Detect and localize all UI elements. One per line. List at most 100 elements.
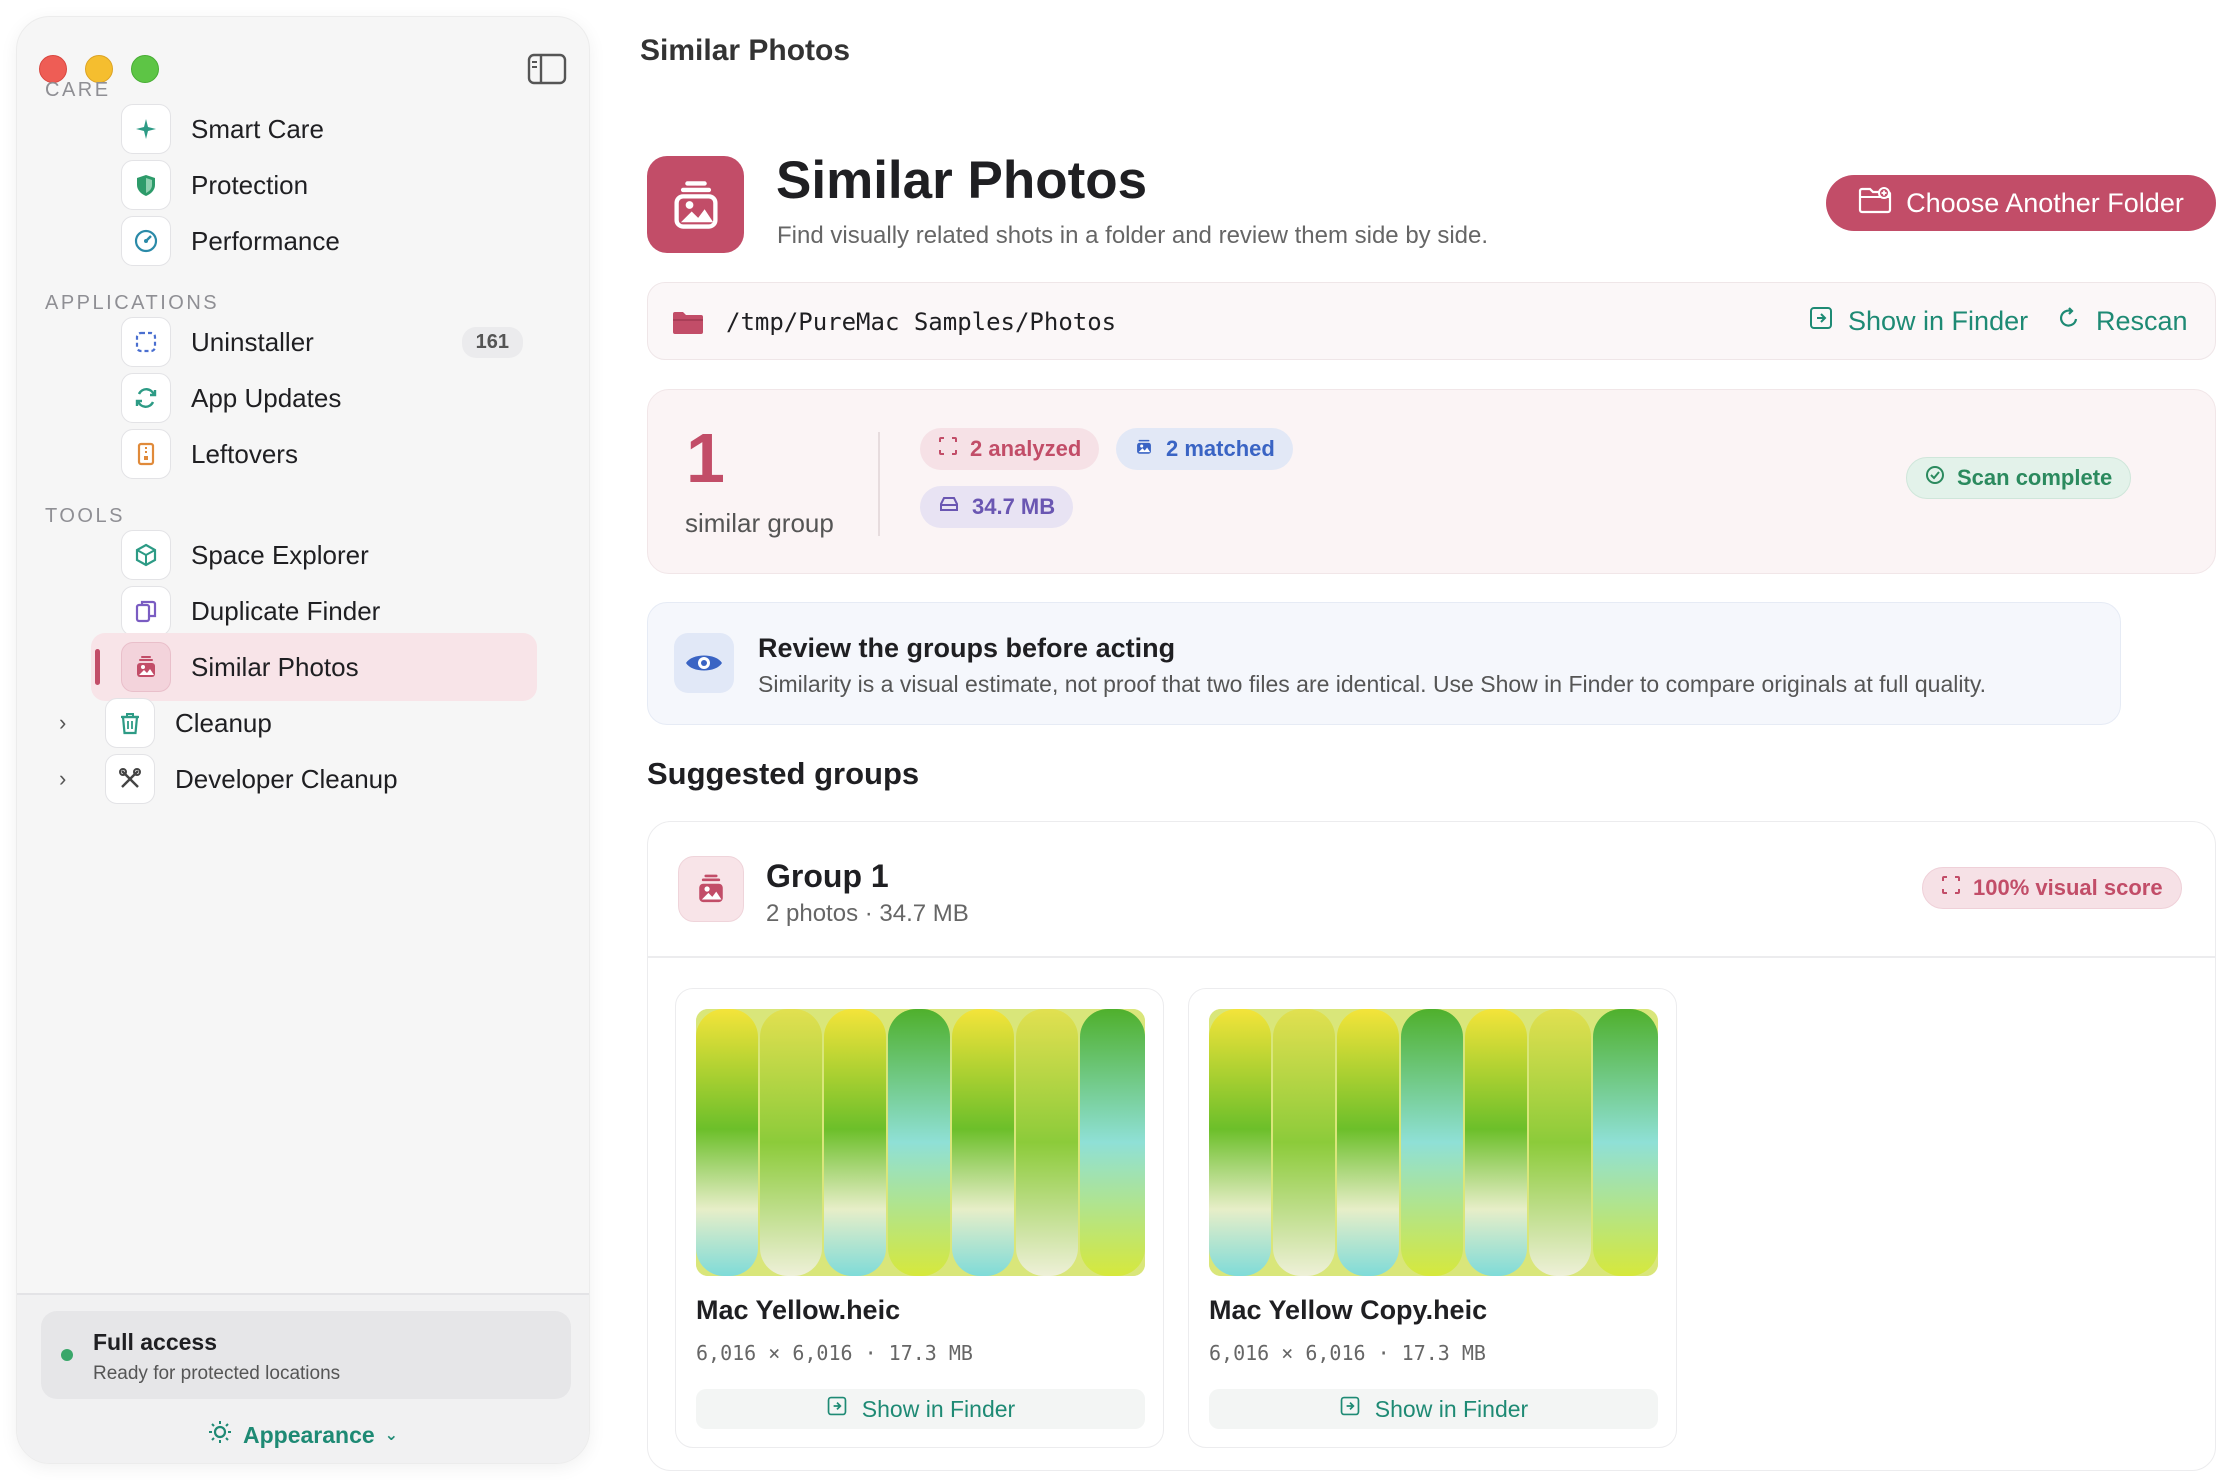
rescan-button[interactable]: Rescan <box>2056 305 2188 338</box>
chevron-right-icon[interactable]: › <box>59 766 66 792</box>
folder-path: /tmp/PureMac Samples/Photos <box>726 308 1117 336</box>
folder-add-icon <box>1858 186 1892 221</box>
sidebar-item-label: Similar Photos <box>191 651 359 682</box>
count-badge: 161 <box>461 326 523 358</box>
page-title: Similar Photos <box>776 151 1148 210</box>
chevron-down-icon: ⌄ <box>384 1427 399 1444</box>
appearance-label: Appearance <box>243 1421 375 1448</box>
group-count-label: similar group <box>685 508 834 538</box>
sidebar-item-developer-cleanup[interactable]: › Developer Cleanup <box>47 745 547 813</box>
sidebar-footer: Full access Ready for protected location… <box>17 1293 589 1463</box>
analyzed-chip: 2 analyzed <box>920 428 1100 470</box>
photo-show-in-finder-label: Show in Finder <box>1374 1395 1529 1422</box>
chevron-right-icon[interactable]: › <box>59 710 66 736</box>
photo-stack-icon <box>121 642 171 692</box>
reveal-icon <box>1808 305 1834 338</box>
size-chip: 34.7 MB <box>920 486 1074 528</box>
choose-folder-label: Choose Another Folder <box>1906 187 2184 218</box>
path-bar: /tmp/PureMac Samples/Photos Show in Find… <box>647 282 2216 360</box>
photo-meta: 6,016 × 6,016 · 17.3 MB <box>696 1341 973 1365</box>
total-size: 34.7 MB <box>972 494 1056 519</box>
status-dot <box>61 1349 73 1361</box>
access-status-card[interactable]: Full access Ready for protected location… <box>41 1311 571 1399</box>
archive-icon <box>121 429 171 479</box>
rescan-label: Rescan <box>2096 306 2188 336</box>
sun-icon <box>207 1419 233 1451</box>
group-card: Group 1 2 photos · 34.7 MB 100% visual s… <box>647 821 2216 1471</box>
sidebar-item-label: Uninstaller <box>191 326 314 357</box>
photo-meta: 6,016 × 6,016 · 17.3 MB <box>1209 1341 1486 1365</box>
refresh-icon <box>121 373 171 423</box>
access-title: Full access <box>93 1329 218 1355</box>
group-header: Group 1 2 photos · 34.7 MB 100% visual s… <box>648 822 2215 958</box>
page-subtitle: Find visually related shots in a folder … <box>777 222 1489 249</box>
sidebar-item-label: Developer Cleanup <box>175 763 398 794</box>
scan-icon <box>938 436 958 462</box>
sidebar-item-label: Protection <box>191 169 309 200</box>
group-subtitle: 2 photos · 34.7 MB <box>766 900 969 927</box>
sidebar-item-label: Leftovers <box>191 438 298 469</box>
show-in-finder-button[interactable]: Show in Finder <box>1808 305 2028 338</box>
scan-icon <box>1941 875 1961 901</box>
group-title: Group 1 <box>766 858 889 894</box>
sidebar-item-leftovers[interactable]: Leftovers <box>91 420 537 488</box>
photo-stack-icon <box>1134 436 1154 462</box>
photo-name: Mac Yellow Copy.heic <box>1209 1295 1488 1325</box>
divider <box>878 432 880 536</box>
check-circle-icon <box>1925 465 1945 491</box>
photo-card[interactable]: Mac Yellow.heic 6,016 × 6,016 · 17.3 MB … <box>675 988 1164 1448</box>
sparkle-icon <box>121 104 171 154</box>
choose-folder-button[interactable]: Choose Another Folder <box>1826 175 2216 231</box>
notice-title: Review the groups before acting <box>758 633 1176 663</box>
uninstall-icon <box>121 317 171 367</box>
folder-icon <box>672 310 704 341</box>
sidebar-item-label: Smart Care <box>191 113 324 144</box>
visual-score-badge: 100% visual score <box>1922 867 2182 909</box>
scan-status-label: Scan complete <box>1957 465 2113 490</box>
photo-thumbnail[interactable] <box>1209 1009 1658 1276</box>
sidebar-item-label: Duplicate Finder <box>191 595 381 626</box>
notice-text: Similarity is a visual estimate, not pro… <box>758 671 1987 697</box>
photo-name: Mac Yellow.heic <box>696 1295 901 1325</box>
suggested-groups-heading: Suggested groups <box>647 756 920 791</box>
sidebar-item-label: App Updates <box>191 382 342 413</box>
group-count: 1 <box>686 419 725 497</box>
zoom-window-button[interactable] <box>131 55 159 83</box>
eye-icon <box>674 633 734 693</box>
matched-count: 2 matched <box>1166 436 1275 461</box>
similar-photos-icon <box>647 156 744 253</box>
photo-card[interactable]: Mac Yellow Copy.heic 6,016 × 6,016 · 17.… <box>1188 988 1677 1448</box>
active-indicator <box>95 649 100 685</box>
tools-icon <box>105 754 155 804</box>
matched-chip: 2 matched <box>1116 428 1293 470</box>
shield-icon <box>121 160 171 210</box>
photo-thumbnail[interactable] <box>696 1009 1145 1276</box>
access-subtitle: Ready for protected locations <box>93 1363 341 1384</box>
review-notice: Review the groups before acting Similari… <box>647 602 2121 725</box>
gauge-icon <box>121 216 171 266</box>
sidebar-item-label: Cleanup <box>175 707 272 738</box>
duplicate-icon <box>121 586 171 636</box>
rescan-icon <box>2056 305 2082 338</box>
appearance-menu[interactable]: Appearance ⌄ <box>207 1419 398 1451</box>
sidebar-toggle-icon[interactable] <box>527 53 567 85</box>
photo-show-in-finder-button[interactable]: Show in Finder <box>696 1389 1145 1429</box>
photo-show-in-finder-label: Show in Finder <box>861 1395 1016 1422</box>
show-in-finder-label: Show in Finder <box>1848 306 2029 336</box>
sidebar-item-label: Space Explorer <box>191 539 369 570</box>
disk-icon <box>938 494 960 520</box>
cube-icon <box>121 530 171 580</box>
photo-show-in-finder-button[interactable]: Show in Finder <box>1209 1389 1658 1429</box>
visual-score-label: 100% visual score <box>1973 875 2163 900</box>
scan-status-badge: Scan complete <box>1906 457 2132 499</box>
trash-icon <box>105 698 155 748</box>
photo-stack-icon <box>678 856 744 922</box>
sidebar: CARE Smart Care Protection Performance A… <box>16 16 590 1464</box>
sidebar-item-label: Performance <box>191 225 340 256</box>
window-title: Similar Photos <box>640 34 851 67</box>
analyzed-count: 2 analyzed <box>970 436 1082 461</box>
reveal-icon <box>826 1395 848 1423</box>
reveal-icon <box>1339 1395 1361 1423</box>
scan-summary-card: 1 similar group 2 analyzed 2 matched 34.… <box>647 389 2216 574</box>
sidebar-item-performance[interactable]: Performance <box>91 207 537 275</box>
